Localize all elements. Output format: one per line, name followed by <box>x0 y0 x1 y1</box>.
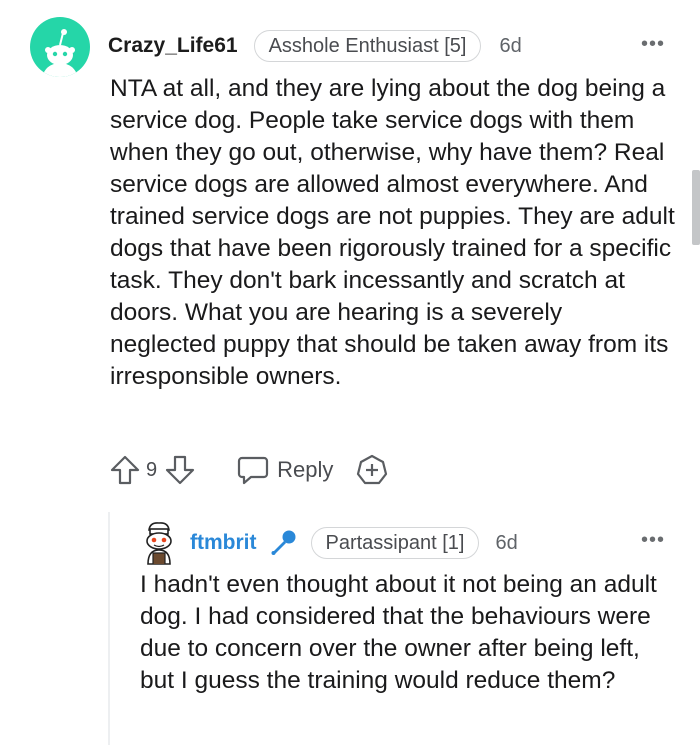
snoo-avatar-icon <box>43 29 77 77</box>
reply-avatar[interactable] <box>140 520 178 566</box>
award-button[interactable] <box>355 453 389 487</box>
reply-username[interactable]: ftmbrit <box>190 531 257 555</box>
reply-user-flair: Partassipant [1] <box>310 527 480 559</box>
vote-count: 9 <box>146 458 158 481</box>
comment-meta: Crazy_Life61 Asshole Enthusiast [5] 6d <box>108 29 522 63</box>
reply-body: I hadn't even thought about it not being… <box>140 571 657 694</box>
downvote-icon[interactable] <box>163 453 197 487</box>
award-plus-icon <box>357 454 388 485</box>
comment-body: NTA at all, and they are lying about the… <box>110 75 675 390</box>
comment-actions: 9 Reply <box>108 452 389 488</box>
speech-bubble-icon <box>238 456 269 485</box>
microphone-icon <box>267 527 299 559</box>
user-avatar[interactable] <box>30 17 90 77</box>
more-options-button[interactable]: ••• <box>641 33 665 56</box>
thread-line[interactable] <box>108 512 110 745</box>
reply-age: 6d <box>495 531 518 554</box>
scrollbar[interactable] <box>692 170 700 245</box>
reply-more-options-button[interactable]: ••• <box>641 529 665 552</box>
reply-button[interactable]: Reply <box>237 455 333 485</box>
comment-username[interactable]: Crazy_Life61 <box>108 34 238 58</box>
reply-meta: ftmbrit Partassipant [1] 6d <box>190 526 518 560</box>
user-flair: Asshole Enthusiast [5] <box>253 30 482 62</box>
snoo-chef-avatar-icon <box>146 522 172 565</box>
upvote-icon[interactable] <box>108 453 142 487</box>
comment-age: 6d <box>499 34 522 57</box>
reply-label: Reply <box>277 457 334 482</box>
comment-thread: Crazy_Life61 Asshole Enthusiast [5] 6d •… <box>0 0 700 745</box>
